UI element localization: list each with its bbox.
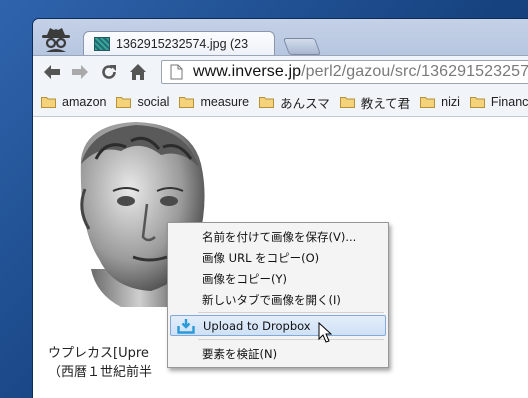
back-button[interactable] bbox=[41, 61, 63, 83]
folder-icon bbox=[420, 97, 436, 108]
folder-icon bbox=[339, 97, 355, 108]
menu-item-inspect-element[interactable]: 要素を検証(N) bbox=[170, 343, 386, 364]
menu-item-label: 画像をコピー(Y) bbox=[202, 271, 287, 286]
menu-item-label: 新しいタブで画像を開く(I) bbox=[202, 292, 341, 307]
navigation-toolbar: www.inverse.jp/perl2/gazou/src/136291523… bbox=[33, 55, 528, 88]
caption-line-2: （西暦１世紀前半 bbox=[48, 365, 153, 380]
forward-arrow-icon bbox=[72, 65, 88, 79]
menu-item-label: 名前を付けて画像を保存(V)... bbox=[202, 229, 357, 244]
bookmark-label: amazon bbox=[62, 95, 107, 109]
new-tab-button[interactable] bbox=[282, 38, 322, 55]
menu-item-label: 要素を検証(N) bbox=[202, 346, 278, 361]
menu-item-open-image-new-tab[interactable]: 新しいタブで画像を開く(I) bbox=[170, 289, 386, 310]
caption-line-1: ウプレカス[Upre bbox=[48, 346, 149, 361]
back-arrow-icon bbox=[44, 65, 60, 79]
address-bar[interactable]: www.inverse.jp/perl2/gazou/src/136291523… bbox=[161, 60, 528, 84]
bookmark-folder-ansuma[interactable]: あんスマ bbox=[259, 93, 330, 112]
home-icon bbox=[130, 64, 146, 80]
menu-item-label: Upload to Dropbox bbox=[203, 318, 311, 333]
menu-item-label: 画像 URL をコピー(O) bbox=[202, 250, 320, 265]
folder-icon bbox=[179, 97, 195, 108]
bookmark-label: Financ bbox=[490, 95, 528, 109]
reload-icon bbox=[102, 65, 116, 79]
folder-icon bbox=[259, 97, 275, 108]
menu-item-copy-image[interactable]: 画像をコピー(Y) bbox=[170, 268, 386, 289]
folder-icon bbox=[116, 97, 132, 108]
dropbox-upload-icon bbox=[177, 319, 195, 334]
bookmark-folder-oshietekun[interactable]: 教えて君 bbox=[339, 93, 411, 112]
url-text: www.inverse.jp/perl2/gazou/src/136291523… bbox=[193, 63, 528, 81]
url-path: /perl2/gazou/src/136291523257 bbox=[301, 63, 528, 80]
folder-icon bbox=[469, 97, 485, 108]
menu-item-upload-to-dropbox[interactable]: Upload to Dropbox bbox=[170, 315, 386, 336]
bookmark-label: measure bbox=[200, 95, 250, 109]
bookmark-label: social bbox=[137, 95, 170, 109]
page-icon bbox=[170, 64, 183, 80]
menu-separator bbox=[198, 312, 384, 313]
forward-button[interactable] bbox=[69, 61, 91, 83]
bookmark-folder-social[interactable]: social bbox=[116, 95, 169, 109]
bookmark-label: あんスマ bbox=[280, 96, 330, 111]
bookmarks-bar: amazon social measure あんスマ 教えて君 nizi Fin… bbox=[33, 88, 528, 117]
home-button[interactable] bbox=[127, 61, 149, 83]
mouse-pointer-icon bbox=[318, 322, 332, 343]
bookmark-label: nizi bbox=[441, 95, 460, 109]
url-domain: www.inverse.jp bbox=[193, 63, 302, 80]
bookmark-label: 教えて君 bbox=[360, 96, 411, 111]
menu-item-save-image-as[interactable]: 名前を付けて画像を保存(V)... bbox=[170, 226, 386, 247]
image-favicon-icon bbox=[94, 36, 110, 51]
bookmark-folder-finance[interactable]: Financ bbox=[469, 95, 528, 109]
bookmark-folder-measure[interactable]: measure bbox=[179, 95, 249, 109]
menu-separator bbox=[198, 339, 384, 340]
bookmark-folder-nizi[interactable]: nizi bbox=[420, 95, 460, 109]
menu-item-copy-image-url[interactable]: 画像 URL をコピー(O) bbox=[170, 247, 386, 268]
tab-title: 1362915232574.jpg (23 bbox=[116, 36, 249, 51]
folder-icon bbox=[41, 97, 56, 108]
incognito-icon bbox=[42, 28, 70, 52]
tab-strip: 1362915232574.jpg (23 bbox=[33, 19, 528, 55]
browser-tab[interactable]: 1362915232574.jpg (23 bbox=[83, 31, 275, 55]
context-menu: 名前を付けて画像を保存(V)... 画像 URL をコピー(O) 画像をコピー(… bbox=[167, 222, 389, 368]
reload-button[interactable] bbox=[98, 61, 120, 83]
bookmark-folder-amazon[interactable]: amazon bbox=[41, 95, 106, 109]
